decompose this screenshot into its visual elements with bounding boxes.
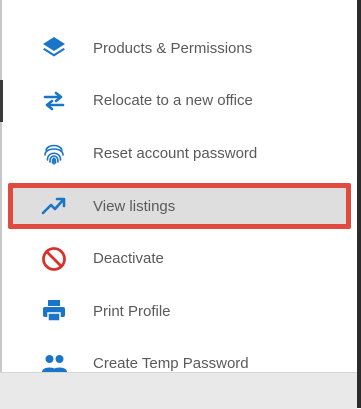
menu-item-label: View listings	[93, 197, 176, 215]
trending-up-icon	[40, 192, 68, 220]
menu-item-relocate[interactable]: Relocate to a new office	[2, 75, 357, 128]
fingerprint-icon	[40, 139, 68, 167]
layers-icon	[40, 34, 68, 62]
menu-item-print-profile[interactable]: Print Profile	[2, 285, 357, 338]
swap-arrows-icon	[40, 87, 68, 115]
menu-item-label: Print Profile	[93, 302, 171, 320]
menu-item-reset-password[interactable]: Reset account password	[2, 127, 357, 180]
printer-icon	[40, 297, 68, 325]
menu-item-products-permissions[interactable]: Products & Permissions	[2, 22, 357, 75]
actions-menu: Products & Permissions Relocate to a new…	[2, 22, 357, 390]
menu-item-label: Reset account password	[93, 144, 258, 162]
menu-item-label: Relocate to a new office	[93, 92, 253, 110]
menu-item-deactivate[interactable]: Deactivate	[2, 232, 357, 285]
menu-item-label: Products & Permissions	[93, 39, 253, 57]
panel-footer	[0, 372, 357, 409]
menu-item-view-listings[interactable]: View listings	[2, 180, 357, 233]
menu-item-label: Deactivate	[93, 250, 164, 268]
panel-right-edge	[357, 0, 361, 408]
prohibited-icon	[40, 245, 68, 273]
menu-item-label: Create Temp Password	[93, 355, 249, 373]
